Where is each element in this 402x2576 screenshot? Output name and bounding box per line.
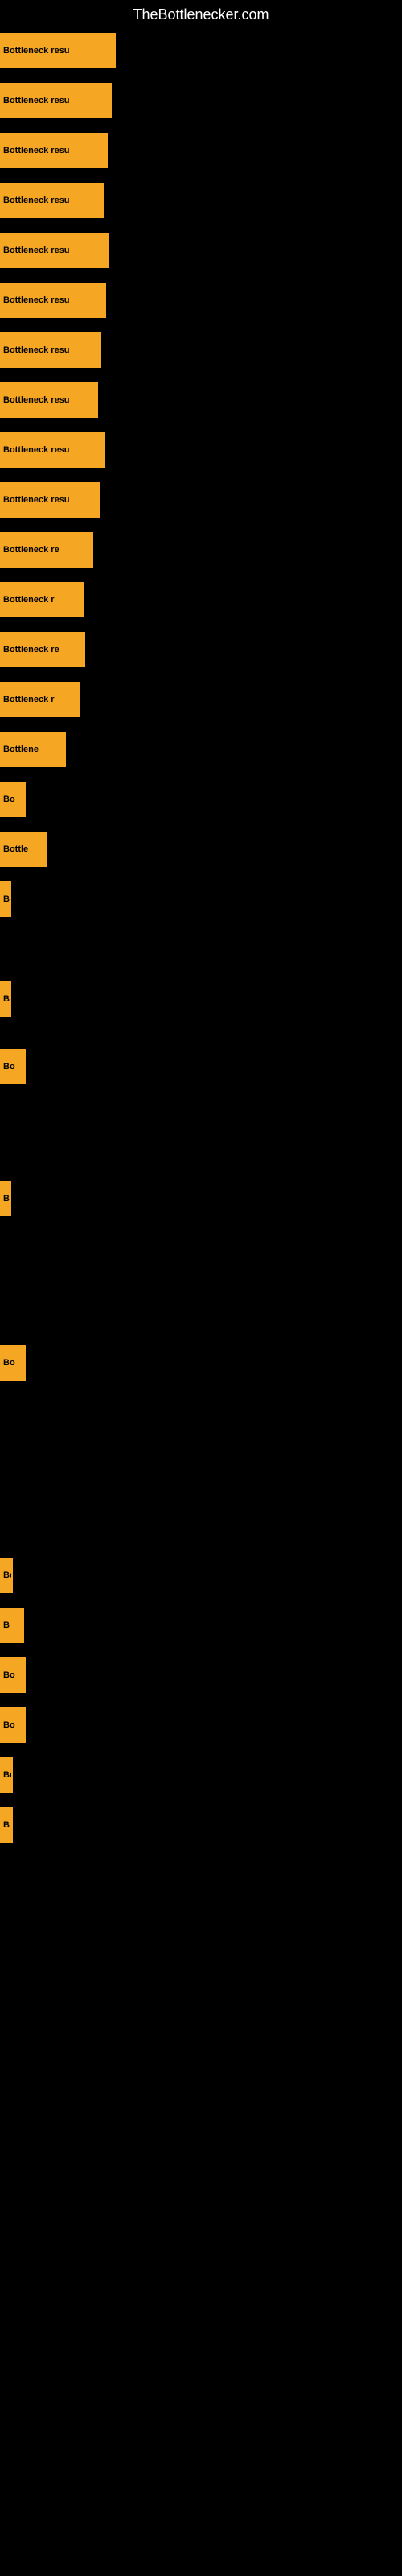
bar-label-10: Bottleneck resu: [0, 482, 92, 518]
bar-extension-7: [92, 332, 101, 368]
bar-label-2: Bottleneck resu: [0, 83, 92, 118]
bar-row-5: Bottleneck resu: [0, 233, 402, 268]
bar-row-4: Bottleneck resu: [0, 183, 402, 218]
bar-label-12: Bottleneck r: [0, 582, 80, 617]
bar-label-8: Bottleneck resu: [0, 382, 92, 418]
bar-label-7: Bottleneck resu: [0, 332, 92, 368]
bar-label-16: Bo: [0, 782, 24, 817]
bar-label-4: Bottleneck resu: [0, 183, 92, 218]
bar-row-19: B: [0, 981, 402, 1017]
bar-extension-27: [11, 1757, 13, 1793]
site-title: TheBottlenecker.com: [0, 0, 402, 30]
bar-row-9: Bottleneck resu: [0, 432, 402, 468]
bar-row-14: Bottleneck r: [0, 682, 402, 717]
bar-extension-8: [92, 382, 98, 418]
bar-label-3: Bottleneck resu: [0, 133, 92, 168]
bar-row-22: Bo: [0, 1345, 402, 1381]
bar-row-21: B: [0, 1181, 402, 1216]
bar-label-15: Bottlene: [0, 732, 64, 767]
bar-row-26: Bo: [0, 1707, 402, 1743]
bar-row-6: Bottleneck resu: [0, 283, 402, 318]
bar-label-1: Bottleneck resu: [0, 33, 92, 68]
bar-row-24: B: [0, 1608, 402, 1643]
bar-label-13: Bottleneck re: [0, 632, 80, 667]
bar-extension-20: [24, 1049, 26, 1084]
bar-label-28: B: [0, 1807, 13, 1843]
bar-label-9: Bottleneck resu: [0, 432, 92, 468]
bar-label-24: B: [0, 1608, 24, 1643]
bar-label-17: Bottle: [0, 832, 45, 867]
bar-extension-26: [24, 1707, 26, 1743]
bar-row-20: Bo: [0, 1049, 402, 1084]
bar-row-28: B: [0, 1807, 402, 1843]
bar-label-23: Bo: [0, 1558, 11, 1593]
bar-extension-5: [92, 233, 109, 268]
bar-extension-3: [92, 133, 108, 168]
bar-label-6: Bottleneck resu: [0, 283, 92, 318]
bar-extension-13: [80, 632, 85, 667]
bar-extension-14: [77, 682, 80, 717]
bar-extension-16: [24, 782, 26, 817]
bar-label-18: B: [0, 881, 11, 917]
bar-row-15: Bottlene: [0, 732, 402, 767]
bar-row-12: Bottleneck r: [0, 582, 402, 617]
bar-label-25: Bo: [0, 1657, 24, 1693]
bar-row-13: Bottleneck re: [0, 632, 402, 667]
bar-label-26: Bo: [0, 1707, 24, 1743]
bar-row-8: Bottleneck resu: [0, 382, 402, 418]
bar-label-19: B: [0, 981, 11, 1017]
bar-extension-23: [11, 1558, 13, 1593]
bar-label-5: Bottleneck resu: [0, 233, 92, 268]
bar-extension-1: [92, 33, 116, 68]
bar-row-3: Bottleneck resu: [0, 133, 402, 168]
bar-row-25: Bo: [0, 1657, 402, 1693]
bar-extension-9: [92, 432, 105, 468]
bar-label-14: Bottleneck r: [0, 682, 77, 717]
bar-extension-17: [45, 832, 47, 867]
bar-row-27: Bo: [0, 1757, 402, 1793]
bar-extension-15: [64, 732, 66, 767]
bar-extension-6: [92, 283, 106, 318]
bar-row-7: Bottleneck resu: [0, 332, 402, 368]
bar-row-2: Bottleneck resu: [0, 83, 402, 118]
bar-label-22: Bo: [0, 1345, 24, 1381]
bar-extension-22: [24, 1345, 26, 1381]
bar-row-17: Bottle: [0, 832, 402, 867]
bar-row-1: Bottleneck resu: [0, 33, 402, 68]
bar-row-10: Bottleneck resu: [0, 482, 402, 518]
bar-row-23: Bo: [0, 1558, 402, 1593]
bar-extension-25: [24, 1657, 26, 1693]
bar-extension-10: [92, 482, 100, 518]
bar-extension-12: [80, 582, 84, 617]
bar-row-11: Bottleneck re: [0, 532, 402, 568]
bar-label-21: B: [0, 1181, 11, 1216]
bar-extension-4: [92, 183, 104, 218]
bar-row-18: B: [0, 881, 402, 917]
page-wrapper: TheBottlenecker.com Bottleneck resu Bott…: [0, 0, 402, 1860]
bar-extension-2: [92, 83, 112, 118]
bar-label-11: Bottleneck re: [0, 532, 88, 568]
bar-label-27: Bo: [0, 1757, 11, 1793]
chart-container: Bottleneck resu Bottleneck resu Bottlene…: [0, 30, 402, 1860]
bar-extension-11: [88, 532, 93, 568]
bar-row-16: Bo: [0, 782, 402, 817]
bar-label-20: Bo: [0, 1049, 24, 1084]
